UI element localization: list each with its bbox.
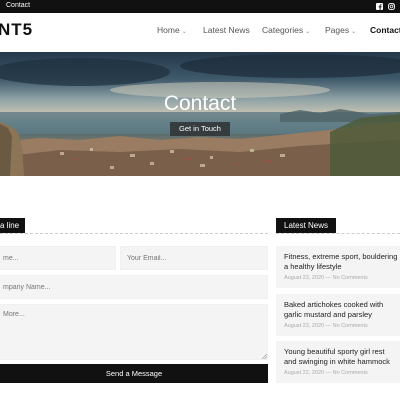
chevron-down-icon: ⌄: [305, 29, 311, 35]
news-meta: August 23, 2020 — No Comments: [284, 323, 368, 329]
form-heading: a line: [0, 218, 26, 233]
nav-label: Home: [157, 25, 180, 35]
nav-item-categories[interactable]: Categories ⌄: [262, 25, 310, 35]
top-bar-page-label: Contact: [6, 2, 31, 9]
site-header: NT5 Home ⌄ Latest News Categories ⌄ Pages ⌄…: [0, 13, 400, 51]
nav-item-contact[interactable]: Contact: [370, 25, 400, 35]
news-title[interactable]: Young beautiful sporty girl rest and swi…: [284, 347, 398, 367]
email-field[interactable]: [120, 246, 268, 270]
news-meta: August 22, 2020 — No Comments: [284, 370, 368, 376]
message-field[interactable]: [0, 304, 268, 360]
news-date: August 23, 2020: [284, 275, 325, 281]
nav-label: Pages: [325, 25, 350, 35]
instagram-icon[interactable]: [388, 3, 395, 10]
nav-label: Contact: [370, 25, 400, 35]
news-date: August 23, 2020: [284, 323, 325, 329]
news-item[interactable]: Baked artichokes cooked with garlic must…: [276, 294, 400, 336]
site-logo[interactable]: NT5: [0, 20, 33, 40]
nav-item-pages[interactable]: Pages ⌄: [325, 25, 356, 35]
sidebar-heading: Latest News: [276, 218, 337, 233]
company-field[interactable]: [0, 275, 268, 299]
news-comments[interactable]: No Comments: [333, 370, 368, 376]
facebook-icon[interactable]: [376, 3, 383, 10]
news-item[interactable]: Fitness, extreme sport, bouldering a hea…: [276, 246, 400, 288]
nav-item-home[interactable]: Home ⌄: [157, 25, 187, 35]
company-input[interactable]: [0, 276, 267, 299]
get-in-touch-button[interactable]: Get in Touch: [170, 122, 230, 136]
send-message-button[interactable]: Send a Message: [0, 364, 268, 383]
message-textarea[interactable]: [0, 305, 267, 359]
news-title[interactable]: Fitness, extreme sport, bouldering a hea…: [284, 252, 398, 272]
hero-title: Contact: [163, 92, 237, 115]
hero-banner: Contact Get in Touch: [0, 52, 400, 176]
nav-label: Latest News: [203, 25, 250, 35]
news-meta: August 23, 2020 — No Comments: [284, 275, 368, 281]
news-item[interactable]: Young beautiful sporty girl rest and swi…: [276, 341, 400, 383]
news-comments[interactable]: No Comments: [333, 323, 368, 329]
email-input[interactable]: [121, 247, 267, 270]
name-input[interactable]: [0, 247, 115, 270]
form-section-header: a line: [0, 218, 268, 234]
news-date: August 22, 2020: [284, 370, 325, 376]
news-comments[interactable]: No Comments: [333, 275, 368, 281]
nav-item-latest-news[interactable]: Latest News: [203, 25, 250, 35]
sidebar-header: Latest News: [276, 218, 400, 234]
chevron-down-icon: ⌄: [351, 29, 357, 35]
resize-handle-icon[interactable]: [261, 353, 267, 359]
nav-label: Categories: [262, 25, 304, 35]
top-bar: Contact: [0, 0, 400, 13]
news-title[interactable]: Baked artichokes cooked with garlic must…: [284, 300, 398, 320]
name-field[interactable]: [0, 246, 116, 270]
chevron-down-icon: ⌄: [181, 29, 187, 35]
